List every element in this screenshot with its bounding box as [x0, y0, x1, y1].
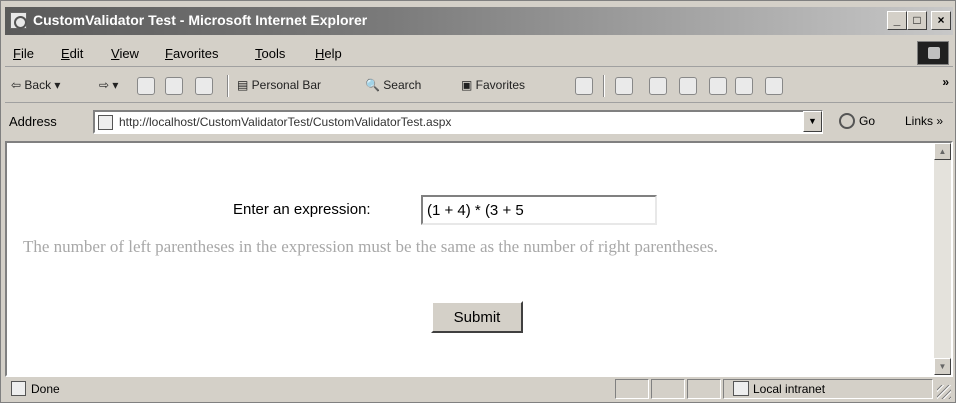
page-content: Enter an expression: The number of left …: [5, 141, 953, 377]
favorites-label: Favorites: [475, 78, 526, 92]
resize-grip-icon[interactable]: [937, 385, 951, 399]
back-label: Back: [24, 78, 52, 92]
status-pane: [687, 379, 721, 399]
toolbar-more-chevron[interactable]: »: [942, 75, 949, 89]
search-label: Search: [383, 78, 422, 92]
windows-logo-icon: [917, 41, 949, 65]
status-pane: [651, 379, 685, 399]
address-url: http://localhost/CustomValidatorTest/Cus…: [119, 115, 452, 129]
personal-bar-label: Personal Bar: [251, 78, 322, 92]
menu-bar: File Edit View Favorites Tools Help: [5, 39, 953, 67]
refresh-icon[interactable]: [165, 77, 183, 95]
address-label: Address: [9, 114, 57, 129]
expression-label: Enter an expression:: [233, 201, 371, 218]
address-bar: Address http://localhost/CustomValidator…: [5, 105, 953, 139]
stop-icon[interactable]: [137, 77, 155, 95]
go-button[interactable]: Go: [859, 114, 875, 128]
vertical-scrollbar[interactable]: ▲ ▼: [934, 143, 951, 375]
go-arrow-icon[interactable]: [839, 113, 855, 129]
search-button[interactable]: 🔍 Search: [365, 78, 421, 92]
favorites-button[interactable]: ▣ Favorites: [461, 78, 525, 92]
standard-toolbar: ⇦ Back ▾ ⇨ ▾ ▤ Personal Bar 🔍 Search ▣ F…: [5, 69, 953, 103]
links-button[interactable]: Links »: [905, 114, 943, 128]
page-done-icon: [11, 381, 26, 396]
personal-bar-button[interactable]: ▤ Personal Bar: [237, 78, 321, 92]
menu-help[interactable]: Help: [315, 46, 342, 61]
page-icon: [98, 115, 113, 130]
expression-input[interactable]: [421, 195, 657, 225]
close-button[interactable]: ×: [931, 11, 951, 30]
menu-tools[interactable]: Tools: [255, 46, 285, 61]
menu-favorites[interactable]: Favorites: [165, 46, 218, 61]
status-bar: Done Local intranet: [5, 377, 953, 401]
security-zone-label: Local intranet: [753, 382, 826, 396]
intranet-zone-icon: [733, 381, 749, 396]
edit-icon[interactable]: [679, 77, 697, 95]
status-pane: [615, 379, 649, 399]
toolbar-separator: [603, 75, 605, 97]
toolbar-separator: [227, 75, 229, 97]
research-icon[interactable]: [765, 77, 783, 95]
mail-icon[interactable]: [615, 77, 633, 95]
maximize-button[interactable]: □: [907, 11, 927, 30]
menu-edit[interactable]: Edit: [61, 46, 83, 61]
validation-error-message: The number of left parentheses in the ex…: [23, 237, 718, 256]
browser-window: CustomValidator Test - Microsoft Interne…: [0, 0, 956, 403]
minimize-button[interactable]: _: [887, 11, 907, 30]
back-button[interactable]: ⇦ Back ▾: [11, 78, 60, 92]
submit-button[interactable]: Submit: [431, 301, 523, 333]
print-icon[interactable]: [649, 77, 667, 95]
home-icon[interactable]: [195, 77, 213, 95]
messenger-icon[interactable]: [735, 77, 753, 95]
menu-file[interactable]: File: [13, 46, 34, 61]
address-dropdown-button[interactable]: ▼: [803, 111, 822, 132]
title-bar[interactable]: CustomValidator Test - Microsoft Interne…: [5, 7, 953, 35]
forward-button[interactable]: ⇨ ▾: [99, 78, 118, 92]
status-text: Done: [31, 382, 60, 396]
scroll-up-arrow-icon[interactable]: ▲: [934, 143, 951, 160]
ie-logo-icon: [10, 12, 27, 29]
menu-view[interactable]: View: [111, 46, 139, 61]
discuss-icon[interactable]: [709, 77, 727, 95]
history-icon[interactable]: [575, 77, 593, 95]
scroll-down-arrow-icon[interactable]: ▼: [934, 358, 951, 375]
address-input[interactable]: http://localhost/CustomValidatorTest/Cus…: [93, 110, 823, 134]
window-title: CustomValidator Test - Microsoft Interne…: [33, 12, 368, 28]
